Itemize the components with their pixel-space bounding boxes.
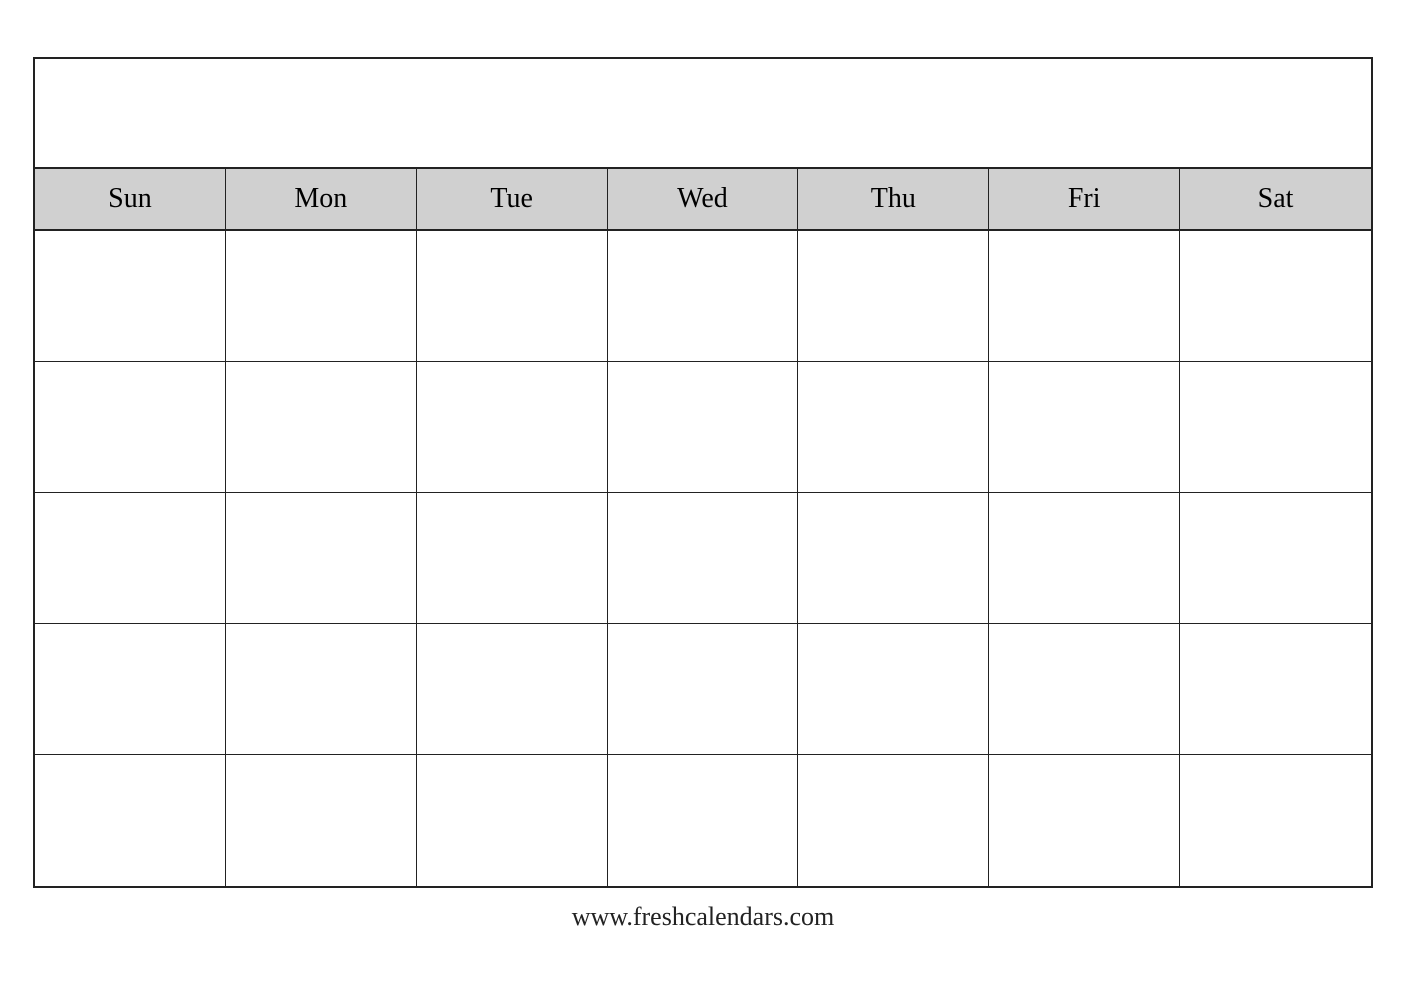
calendar-week-2 xyxy=(35,362,1371,493)
table-row xyxy=(1180,231,1371,361)
calendar-week-4 xyxy=(35,624,1371,755)
table-row xyxy=(989,231,1180,361)
table-row xyxy=(798,493,989,623)
calendar-container: Sun Mon Tue Wed Thu Fri Sat xyxy=(33,57,1373,888)
table-row xyxy=(1180,755,1371,886)
table-row xyxy=(35,231,226,361)
calendar-wrapper: Sun Mon Tue Wed Thu Fri Sat xyxy=(33,57,1373,938)
table-row xyxy=(608,493,799,623)
table-row xyxy=(608,755,799,886)
calendar-week-5 xyxy=(35,755,1371,886)
header-fri: Fri xyxy=(989,169,1180,229)
header-wed: Wed xyxy=(608,169,799,229)
table-row xyxy=(1180,493,1371,623)
table-row xyxy=(226,493,417,623)
table-row xyxy=(417,755,608,886)
table-row xyxy=(417,231,608,361)
table-row xyxy=(226,231,417,361)
table-row xyxy=(226,624,417,754)
table-row xyxy=(226,362,417,492)
table-row xyxy=(35,493,226,623)
calendar-title-row xyxy=(35,59,1371,169)
table-row xyxy=(989,624,1180,754)
calendar-footer: www.freshcalendars.com xyxy=(33,888,1373,938)
table-row xyxy=(608,362,799,492)
calendar-header: Sun Mon Tue Wed Thu Fri Sat xyxy=(35,169,1371,231)
table-row xyxy=(798,231,989,361)
table-row xyxy=(989,493,1180,623)
table-row xyxy=(989,362,1180,492)
table-row xyxy=(608,231,799,361)
header-sat: Sat xyxy=(1180,169,1371,229)
header-mon: Mon xyxy=(226,169,417,229)
table-row xyxy=(417,624,608,754)
calendar-week-3 xyxy=(35,493,1371,624)
calendar-body xyxy=(35,231,1371,886)
table-row xyxy=(989,755,1180,886)
header-sun: Sun xyxy=(35,169,226,229)
table-row xyxy=(608,624,799,754)
table-row xyxy=(35,624,226,754)
header-thu: Thu xyxy=(798,169,989,229)
table-row xyxy=(35,755,226,886)
header-tue: Tue xyxy=(417,169,608,229)
table-row xyxy=(798,362,989,492)
table-row xyxy=(1180,362,1371,492)
table-row xyxy=(226,755,417,886)
calendar-week-1 xyxy=(35,231,1371,362)
table-row xyxy=(798,755,989,886)
table-row xyxy=(798,624,989,754)
table-row xyxy=(35,362,226,492)
table-row xyxy=(417,362,608,492)
table-row xyxy=(1180,624,1371,754)
table-row xyxy=(417,493,608,623)
